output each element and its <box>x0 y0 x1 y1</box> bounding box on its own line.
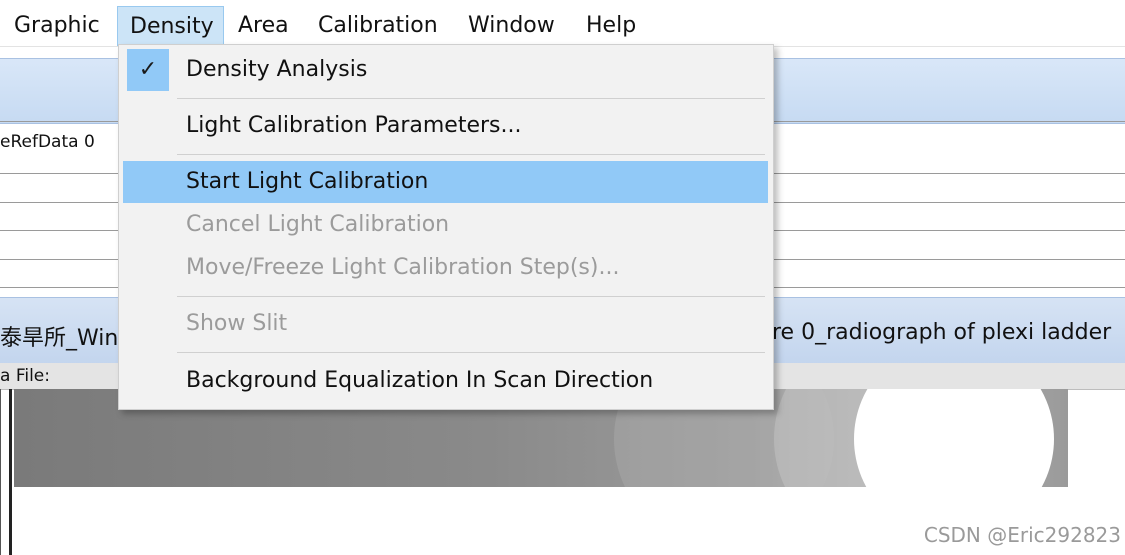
menu-help[interactable]: Help <box>586 6 636 46</box>
refdata-text: eRefData 0 <box>0 132 95 152</box>
menu-window[interactable]: Window <box>468 6 555 46</box>
menu-item-show-slit[interactable]: Show Slit <box>123 303 768 345</box>
menu-item-light-calibration-parameters[interactable]: Light Calibration Parameters... <box>123 105 768 147</box>
menu-item-label: Light Calibration Parameters... <box>186 113 522 138</box>
density-dropdown-menu: ✓ Density Analysis Light Calibration Par… <box>118 44 774 410</box>
menu-item-label: Start Light Calibration <box>186 169 429 194</box>
menu-item-label: Show Slit <box>186 311 288 336</box>
menu-calibration[interactable]: Calibration <box>318 6 438 46</box>
menu-separator <box>177 296 765 297</box>
menubar: Graphic Density Area Calibration Window … <box>0 6 1125 47</box>
menu-separator <box>177 352 765 353</box>
menu-item-density-analysis[interactable]: ✓ Density Analysis <box>123 49 768 91</box>
menu-area[interactable]: Area <box>238 6 289 46</box>
menu-density[interactable]: Density <box>117 6 224 46</box>
menu-item-label: Move/Freeze Light Calibration Step(s)... <box>186 255 620 280</box>
menu-separator <box>177 98 765 99</box>
menu-item-label: Background Equalization In Scan Directio… <box>186 368 654 393</box>
menu-item-label: Cancel Light Calibration <box>186 212 450 237</box>
menu-item-cancel-light-calibration[interactable]: Cancel Light Calibration <box>123 204 768 246</box>
frame-border <box>0 389 1 555</box>
menu-graphic[interactable]: Graphic <box>14 6 100 46</box>
menu-item-background-equalization[interactable]: Background Equalization In Scan Directio… <box>123 360 768 402</box>
menu-item-label: Density Analysis <box>186 57 368 82</box>
image-blob <box>854 389 1054 487</box>
document-title-left: 泰旱所_WinD <box>0 326 136 351</box>
watermark: CSDN @Eric292823 <box>923 523 1121 547</box>
checkmark-icon: ✓ <box>127 49 169 91</box>
menu-separator <box>177 154 765 155</box>
frame-border <box>9 389 12 555</box>
document-title-right: re 0_radiograph of plexi ladder <box>772 320 1112 345</box>
file-label: a File: <box>0 366 50 386</box>
menu-item-start-light-calibration[interactable]: Start Light Calibration <box>123 161 768 203</box>
menu-item-move-freeze-calibration-steps[interactable]: Move/Freeze Light Calibration Step(s)... <box>123 247 768 289</box>
